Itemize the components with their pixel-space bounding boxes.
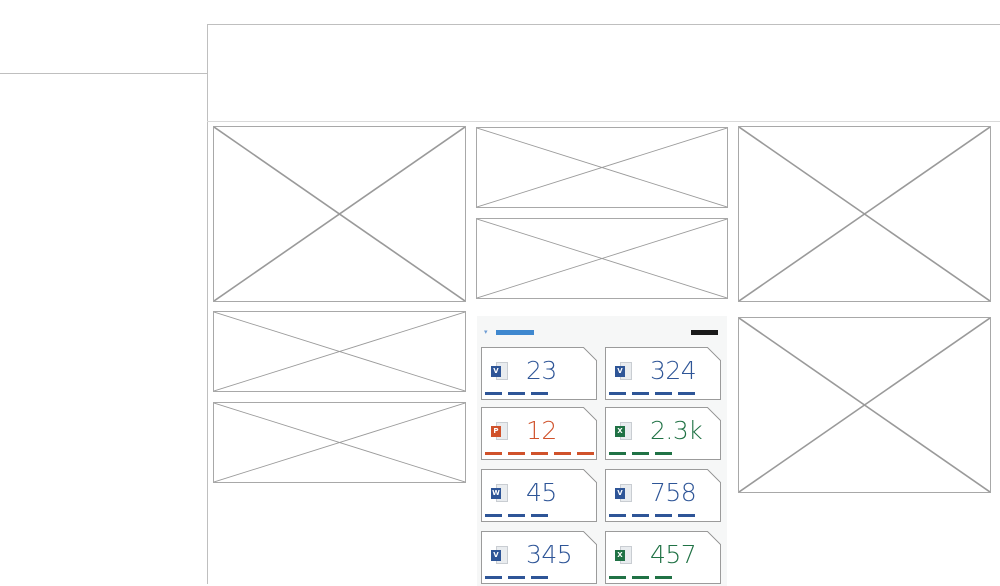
activity-bar (632, 576, 649, 579)
activity-bar (632, 452, 649, 455)
excel-file-tile[interactable]: X 2.3k (605, 407, 721, 460)
page-fold-icon (707, 469, 721, 483)
widget-action-bar[interactable] (691, 330, 718, 335)
file-count: 45 (526, 478, 557, 507)
visio-file-icon: V (615, 362, 632, 380)
activity-bar (655, 576, 672, 579)
word-file-tile[interactable]: W 45 (481, 469, 597, 522)
activity-bar (554, 452, 571, 455)
page-fold-icon (707, 347, 721, 361)
activity-bar (655, 514, 672, 517)
image-placeholder (738, 317, 991, 493)
file-count: 2.3k (650, 416, 703, 445)
content-left-border (207, 24, 208, 584)
activity-bar (508, 392, 525, 395)
activity-bars (609, 452, 672, 455)
visio-file-tile[interactable]: V 324 (605, 347, 721, 400)
visio-file-icon: V (615, 484, 632, 502)
excel-file-tile[interactable]: X 457 (605, 531, 721, 584)
activity-bars (609, 514, 695, 517)
powerpoint-file-tile[interactable]: P 12 (481, 407, 597, 460)
activity-bar (632, 514, 649, 517)
image-placeholder (476, 218, 728, 299)
sidebar-divider (0, 73, 207, 74)
file-count: 23 (526, 356, 557, 385)
activity-bar (531, 392, 548, 395)
activity-bar (655, 392, 672, 395)
activity-bar (531, 514, 548, 517)
file-stats-widget: ▾ V 23 V 324 P 12 X 2.3k W 45 V 758 V 345 X 457 (477, 316, 727, 586)
word-file-icon: W (491, 484, 508, 502)
visio-file-tile[interactable]: V 23 (481, 347, 597, 400)
image-placeholder (213, 311, 466, 392)
powerpoint-file-icon: P (491, 422, 508, 440)
file-count: 345 (526, 540, 573, 569)
activity-bar (632, 392, 649, 395)
file-count: 457 (650, 540, 697, 569)
visio-file-icon: V (491, 546, 508, 564)
activity-bar (508, 576, 525, 579)
page-fold-icon (583, 531, 597, 545)
activity-bar (508, 452, 525, 455)
page-fold-icon (707, 407, 721, 421)
activity-bars (485, 576, 548, 579)
visio-file-icon: V (491, 362, 508, 380)
file-count: 12 (526, 416, 557, 445)
image-placeholder (476, 127, 728, 208)
page-fold-icon (583, 347, 597, 361)
file-count: 324 (650, 356, 697, 385)
visio-file-tile[interactable]: V 345 (481, 531, 597, 584)
activity-bars (485, 452, 594, 455)
visio-file-tile[interactable]: V 758 (605, 469, 721, 522)
file-count: 758 (650, 478, 697, 507)
activity-bar (609, 392, 626, 395)
activity-bar (485, 514, 502, 517)
activity-bar (508, 514, 525, 517)
activity-bar (655, 452, 672, 455)
activity-bar (609, 452, 626, 455)
activity-bar (485, 392, 502, 395)
excel-file-icon: X (615, 546, 632, 564)
page-fold-icon (583, 469, 597, 483)
activity-bars (485, 392, 548, 395)
image-placeholder (738, 126, 991, 302)
activity-bar (485, 452, 502, 455)
widget-expand-icon[interactable]: ▾ (484, 329, 488, 336)
activity-bar (609, 514, 626, 517)
activity-bar (577, 452, 594, 455)
activity-bar (485, 576, 502, 579)
image-placeholder (213, 402, 466, 483)
excel-file-icon: X (615, 422, 632, 440)
activity-bars (609, 576, 672, 579)
header-bottom-border (207, 121, 1000, 122)
activity-bar (678, 514, 695, 517)
page-fold-icon (583, 407, 597, 421)
page-fold-icon (707, 531, 721, 545)
header-top-border (207, 24, 1000, 25)
activity-bars (609, 392, 695, 395)
image-placeholder (213, 126, 466, 302)
widget-title-bar (496, 330, 534, 335)
activity-bar (678, 392, 695, 395)
activity-bar (609, 576, 626, 579)
activity-bar (531, 576, 548, 579)
activity-bars (485, 514, 548, 517)
activity-bar (531, 452, 548, 455)
